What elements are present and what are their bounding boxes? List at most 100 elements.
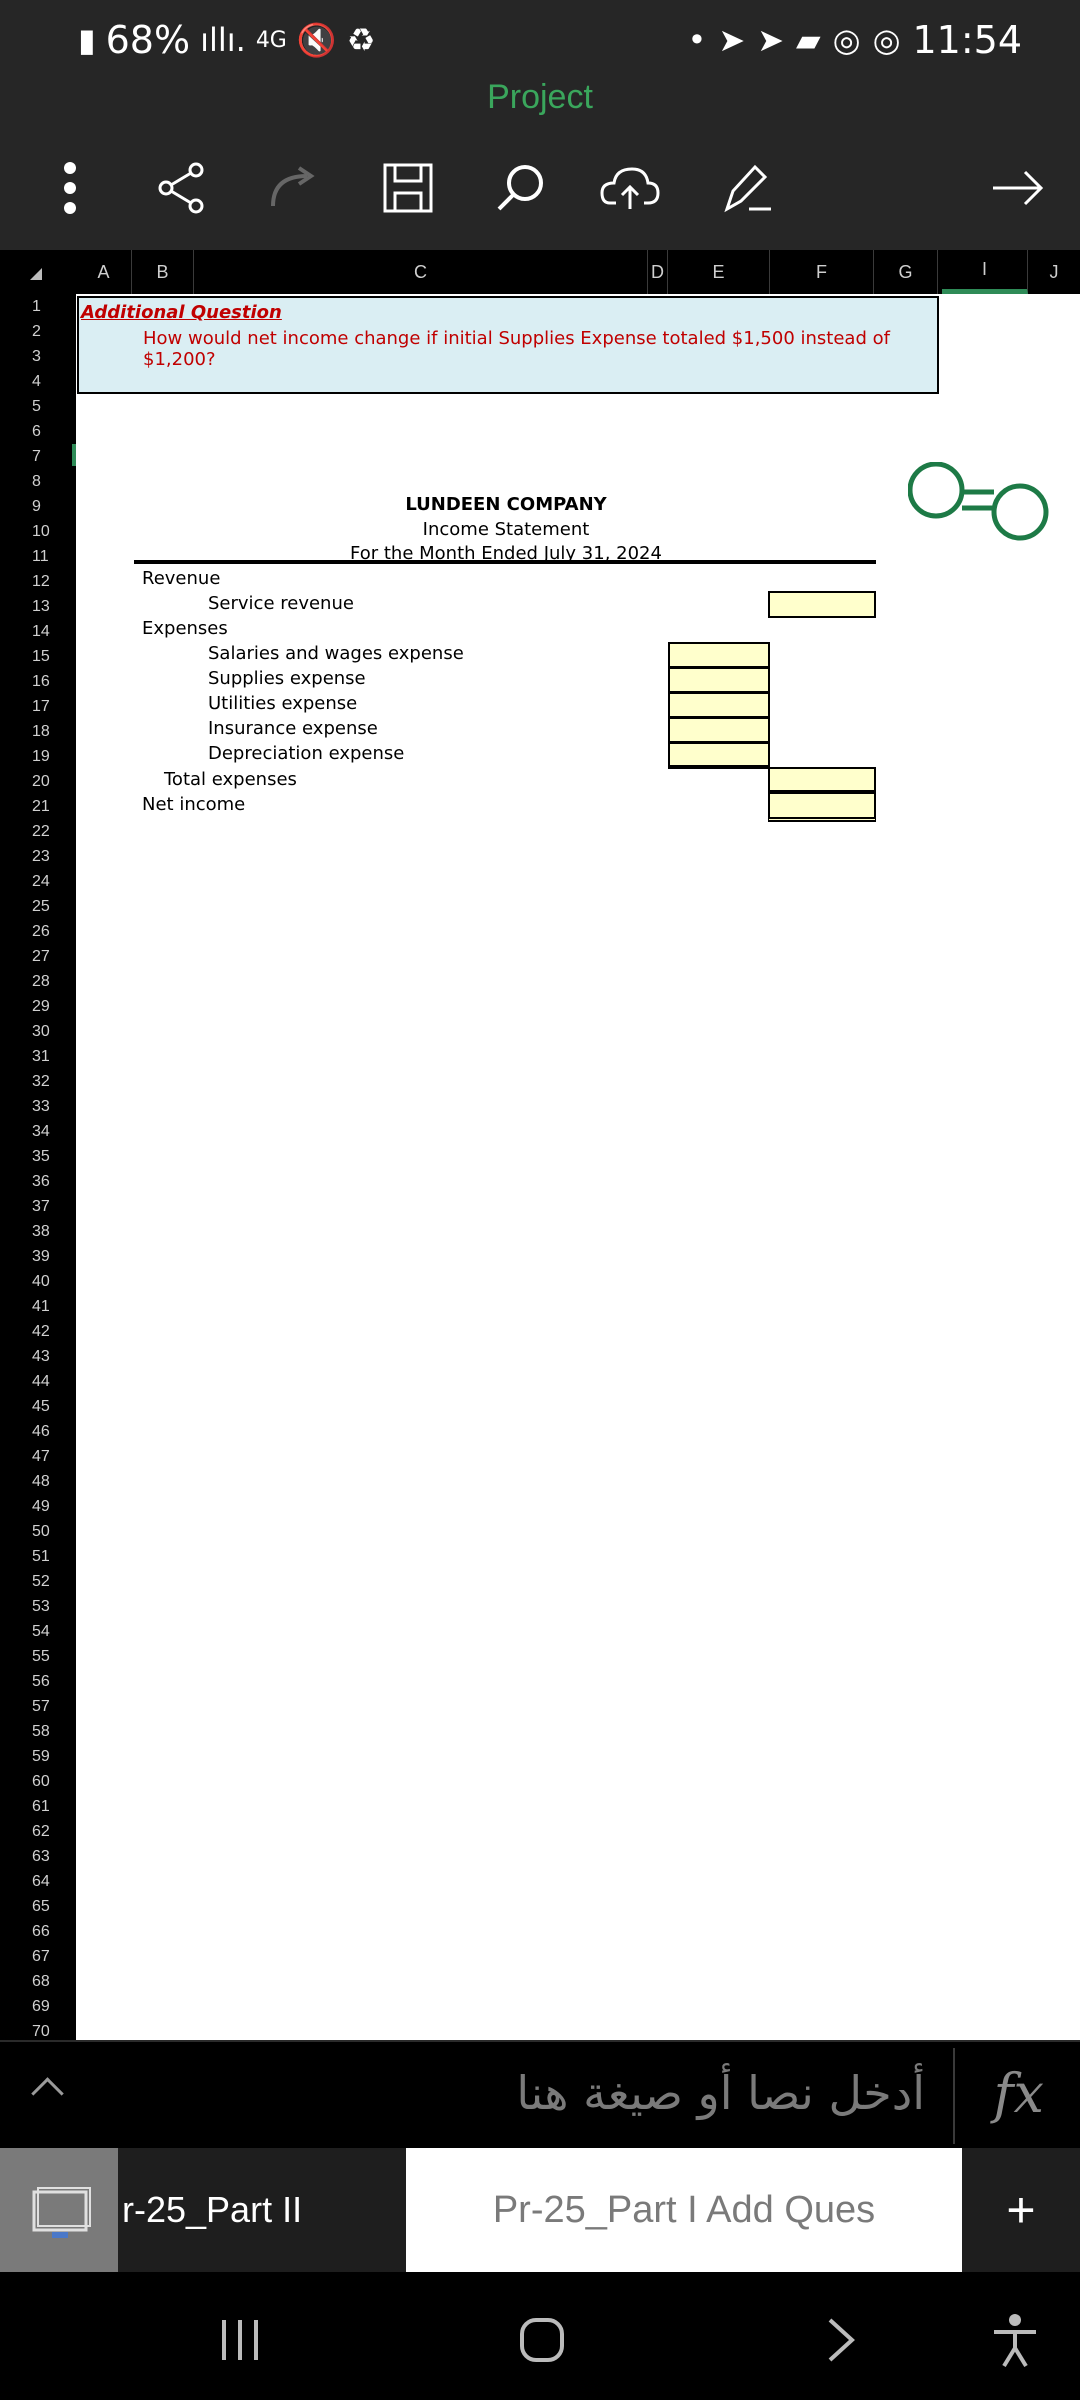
row-header[interactable]: 7: [0, 444, 76, 469]
column-header-b[interactable]: B: [132, 250, 194, 294]
service-revenue-input[interactable]: [768, 591, 876, 618]
row-header[interactable]: 38: [0, 1219, 76, 1244]
row-header[interactable]: 47: [0, 1444, 76, 1469]
toggle-icon[interactable]: [907, 461, 1058, 542]
row-header[interactable]: 54: [0, 1619, 76, 1644]
row-header[interactable]: 15: [0, 644, 76, 669]
row-header[interactable]: 58: [0, 1719, 76, 1744]
sheet-content[interactable]: Additional Question How would net income…: [76, 294, 1080, 2040]
row-header[interactable]: 12: [0, 569, 76, 594]
row-header[interactable]: 55: [0, 1644, 76, 1669]
tab-part-ii[interactable]: r-25_Part II: [120, 2148, 404, 2272]
row-header[interactable]: 25: [0, 894, 76, 919]
row-header[interactable]: 50: [0, 1519, 76, 1544]
row-header[interactable]: 29: [0, 994, 76, 1019]
row-header[interactable]: 66: [0, 1919, 76, 1944]
row-header[interactable]: 59: [0, 1744, 76, 1769]
row-header[interactable]: 9: [0, 494, 76, 519]
row-header[interactable]: 2: [0, 319, 76, 344]
sheet-list-button[interactable]: [0, 2148, 118, 2272]
spreadsheet-grid[interactable]: A B C D E F G I J 1 2 3 4 5 6 7 8 9 10 11 12 13 14 15 1…: [0, 250, 1080, 2040]
row-header[interactable]: 67: [0, 1944, 76, 1969]
fx-icon[interactable]: fx: [994, 2062, 1044, 2125]
row-header[interactable]: 57: [0, 1694, 76, 1719]
accessibility-icon[interactable]: [990, 2312, 1040, 2373]
more-icon[interactable]: [40, 158, 100, 218]
insurance-input[interactable]: [668, 717, 770, 743]
supplies-input[interactable]: [668, 667, 770, 693]
row-header[interactable]: 53: [0, 1594, 76, 1619]
row-header[interactable]: 48: [0, 1469, 76, 1494]
row-header[interactable]: 36: [0, 1169, 76, 1194]
row-header[interactable]: 68: [0, 1969, 76, 1994]
row-header[interactable]: 16: [0, 669, 76, 694]
row-header[interactable]: 34: [0, 1119, 76, 1144]
depreciation-input[interactable]: [668, 742, 770, 769]
row-header[interactable]: 33: [0, 1094, 76, 1119]
row-header[interactable]: 8: [0, 469, 76, 494]
row-header[interactable]: 19: [0, 744, 76, 769]
row-header[interactable]: 17: [0, 694, 76, 719]
row-header[interactable]: 28: [0, 969, 76, 994]
row-header[interactable]: 35: [0, 1144, 76, 1169]
net-income-input[interactable]: [768, 792, 876, 822]
column-header-e[interactable]: E: [668, 250, 770, 294]
row-header[interactable]: 60: [0, 1769, 76, 1794]
row-header[interactable]: 4: [0, 369, 76, 394]
total-expenses-input[interactable]: [768, 767, 876, 794]
row-header[interactable]: 22: [0, 819, 76, 844]
row-header[interactable]: 40: [0, 1269, 76, 1294]
row-header[interactable]: 31: [0, 1044, 76, 1069]
chevron-up-icon[interactable]: [31, 2077, 64, 2110]
row-header[interactable]: 52: [0, 1569, 76, 1594]
column-header-f[interactable]: F: [770, 250, 874, 294]
back-icon[interactable]: [826, 2318, 856, 2367]
utilities-input[interactable]: [668, 692, 770, 718]
row-header[interactable]: 18: [0, 719, 76, 744]
home-icon[interactable]: [518, 2316, 566, 2369]
row-header[interactable]: 23: [0, 844, 76, 869]
row-header[interactable]: 30: [0, 1019, 76, 1044]
row-header[interactable]: 20: [0, 769, 76, 794]
redo-icon[interactable]: [264, 158, 324, 218]
row-header[interactable]: 3: [0, 344, 76, 369]
row-header[interactable]: 5: [0, 394, 76, 419]
row-header[interactable]: 26: [0, 919, 76, 944]
row-header[interactable]: 70: [0, 2019, 76, 2040]
save-icon[interactable]: [378, 158, 438, 218]
row-header[interactable]: 43: [0, 1344, 76, 1369]
recents-icon[interactable]: [218, 2318, 262, 2367]
column-header-d[interactable]: D: [648, 250, 668, 294]
row-header[interactable]: 6: [0, 419, 76, 444]
cloud-upload-icon[interactable]: [600, 158, 660, 218]
column-header-g[interactable]: G: [874, 250, 938, 294]
row-header[interactable]: 56: [0, 1669, 76, 1694]
forward-arrow-icon[interactable]: [988, 158, 1048, 218]
row-header[interactable]: 44: [0, 1369, 76, 1394]
row-header[interactable]: 14: [0, 619, 76, 644]
row-header[interactable]: 21: [0, 794, 76, 819]
row-header[interactable]: 49: [0, 1494, 76, 1519]
pen-icon[interactable]: [716, 158, 776, 218]
row-header[interactable]: 13: [0, 594, 76, 619]
row-header[interactable]: 39: [0, 1244, 76, 1269]
row-header[interactable]: 69: [0, 1994, 76, 2019]
salaries-input[interactable]: [668, 642, 770, 668]
row-header[interactable]: 65: [0, 1894, 76, 1919]
row-header[interactable]: 37: [0, 1194, 76, 1219]
row-header[interactable]: 63: [0, 1844, 76, 1869]
tab-part-i-add-ques[interactable]: Pr-25_Part I Add Ques: [406, 2148, 962, 2272]
row-header[interactable]: 1: [0, 294, 76, 319]
row-header[interactable]: 64: [0, 1869, 76, 1894]
row-header[interactable]: 11: [0, 544, 76, 569]
formula-input[interactable]: أدخل نصا أو صيغة هنا: [516, 2066, 925, 2120]
row-header[interactable]: 42: [0, 1319, 76, 1344]
search-icon[interactable]: [490, 158, 550, 218]
share-icon[interactable]: [152, 158, 212, 218]
row-header[interactable]: 62: [0, 1819, 76, 1844]
column-header-j[interactable]: J: [1028, 250, 1080, 294]
row-header[interactable]: 24: [0, 869, 76, 894]
column-header-i[interactable]: I: [942, 250, 1028, 294]
row-header[interactable]: 45: [0, 1394, 76, 1419]
row-header[interactable]: 51: [0, 1544, 76, 1569]
